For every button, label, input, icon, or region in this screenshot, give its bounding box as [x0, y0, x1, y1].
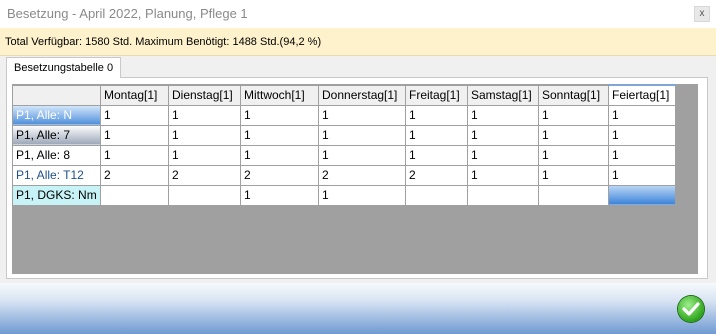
- staffing-table: Montag[1] Dienstag[1] Mittwoch[1] Donner…: [12, 84, 676, 206]
- table-cell[interactable]: 2: [240, 164, 319, 186]
- table-cell[interactable]: [168, 184, 241, 206]
- table-row: P1, Alle: 8 1 1 1 1 1 1 1 1: [12, 144, 676, 166]
- table-cell[interactable]: 1: [538, 124, 609, 146]
- table-row: P1, DGKS: Nm 1 1: [12, 184, 676, 206]
- checkmark-icon: [682, 302, 700, 316]
- bottom-bar: [0, 283, 716, 334]
- table-cell[interactable]: [467, 184, 539, 206]
- table-row: P1, Alle: N 1 1 1 1 1 1 1 1: [12, 104, 676, 126]
- table-cell[interactable]: 1: [100, 124, 169, 146]
- column-header[interactable]: Dienstag[1]: [168, 84, 241, 106]
- close-icon: x: [699, 8, 705, 19]
- column-header[interactable]: Feiertag[1]: [608, 84, 676, 106]
- capacity-summary: Total Verfügbar: 1580 Std. Maximum Benöt…: [5, 36, 322, 48]
- table-cell[interactable]: 1: [168, 124, 241, 146]
- table-cell[interactable]: 2: [168, 164, 241, 186]
- table-cell[interactable]: 1: [240, 184, 319, 206]
- table-cell[interactable]: 1: [318, 184, 406, 206]
- table-cell[interactable]: [538, 184, 609, 206]
- table-cell[interactable]: 1: [538, 144, 609, 166]
- table-cell[interactable]: 1: [100, 104, 169, 126]
- table-cell[interactable]: 1: [405, 104, 468, 126]
- table-cell[interactable]: [100, 184, 169, 206]
- table-cell[interactable]: 1: [405, 144, 468, 166]
- corner-cell: [12, 84, 101, 106]
- table-cell[interactable]: 1: [318, 124, 406, 146]
- table-row: P1, Alle: T12 2 2 2 2 2 1 1 1: [12, 164, 676, 186]
- column-header[interactable]: Samstag[1]: [467, 84, 539, 106]
- tab-besetzungstabelle-0[interactable]: Besetzungstabelle 0: [6, 57, 122, 78]
- table-cell[interactable]: 2: [405, 164, 468, 186]
- row-header[interactable]: P1, Alle: T12: [12, 164, 101, 186]
- ok-button[interactable]: [678, 296, 704, 322]
- column-header[interactable]: Freitag[1]: [405, 84, 468, 106]
- column-header[interactable]: Mittwoch[1]: [240, 84, 319, 106]
- table-row: P1, Alle: 7 1 1 1 1 1 1 1 1: [12, 124, 676, 146]
- table-cell[interactable]: 1: [608, 144, 676, 166]
- table-cell[interactable]: 1: [467, 164, 539, 186]
- table-cell[interactable]: 1: [608, 124, 676, 146]
- table-cell[interactable]: 1: [168, 144, 241, 166]
- table-cell[interactable]: 1: [538, 164, 609, 186]
- table-cell[interactable]: 1: [608, 164, 676, 186]
- selected-cell[interactable]: [608, 184, 676, 206]
- table-cell[interactable]: 1: [168, 104, 241, 126]
- title-bar: Besetzung - April 2022, Planung, Pflege …: [0, 0, 716, 29]
- table-cell[interactable]: 1: [538, 104, 609, 126]
- close-button[interactable]: x: [694, 6, 710, 22]
- table-cell[interactable]: 1: [240, 104, 319, 126]
- row-header[interactable]: P1, DGKS: Nm: [12, 184, 101, 206]
- table-cell[interactable]: 1: [405, 124, 468, 146]
- table-cell[interactable]: 1: [240, 124, 319, 146]
- row-header[interactable]: P1, Alle: 7: [12, 124, 101, 146]
- table-cell[interactable]: 1: [467, 144, 539, 166]
- column-header[interactable]: Sonntag[1]: [538, 84, 609, 106]
- table-cell[interactable]: 1: [100, 144, 169, 166]
- window-title: Besetzung - April 2022, Planung, Pflege …: [7, 6, 248, 21]
- column-header[interactable]: Montag[1]: [100, 84, 169, 106]
- table-cell[interactable]: [405, 184, 468, 206]
- column-header[interactable]: Donnerstag[1]: [318, 84, 406, 106]
- table-cell[interactable]: 2: [100, 164, 169, 186]
- table-cell[interactable]: 1: [318, 144, 406, 166]
- table-cell[interactable]: 1: [240, 144, 319, 166]
- row-header[interactable]: P1, Alle: N: [12, 104, 101, 126]
- table-cell[interactable]: 2: [318, 164, 406, 186]
- table-cell[interactable]: 1: [608, 104, 676, 126]
- info-bar: Total Verfügbar: 1580 Std. Maximum Benöt…: [0, 28, 716, 56]
- table-header-row: Montag[1] Dienstag[1] Mittwoch[1] Donner…: [12, 84, 676, 106]
- table-cell[interactable]: 1: [467, 124, 539, 146]
- row-header[interactable]: P1, Alle: 8: [12, 144, 101, 166]
- table-cell[interactable]: 1: [467, 104, 539, 126]
- table-cell[interactable]: 1: [318, 104, 406, 126]
